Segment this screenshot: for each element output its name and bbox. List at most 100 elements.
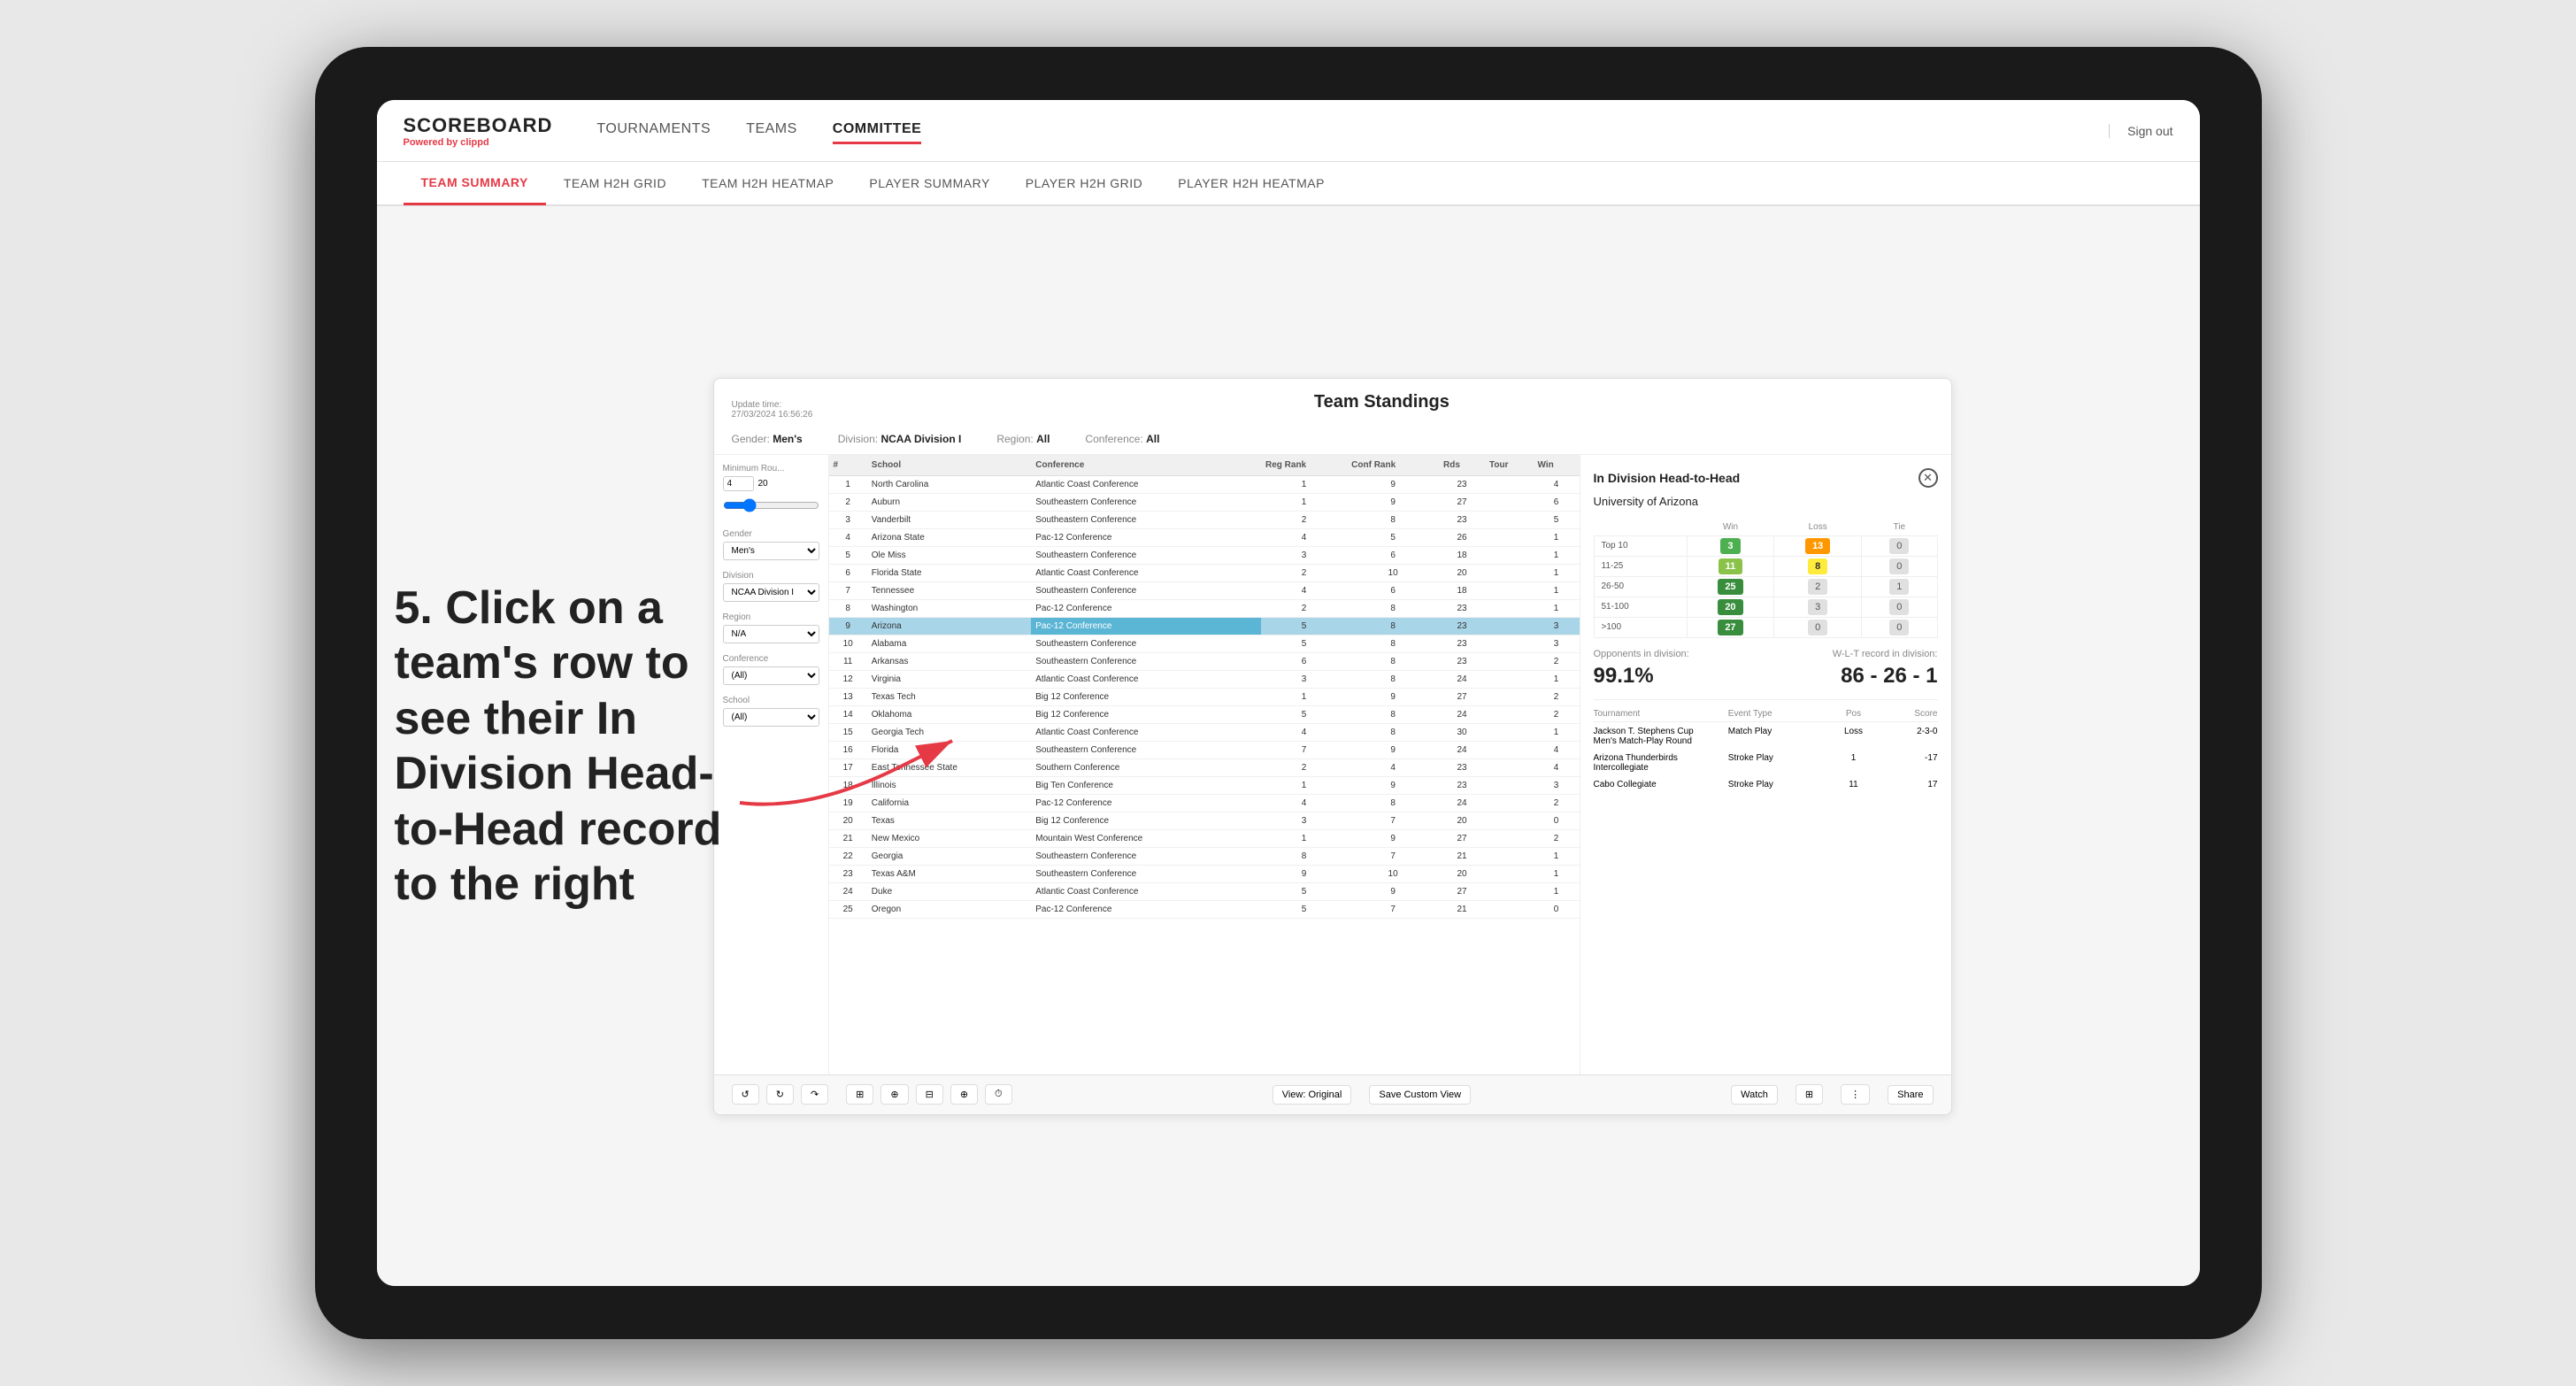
tool-btn-3[interactable]: ⊟	[916, 1084, 943, 1105]
cell-reg-rank: 2	[1261, 511, 1347, 528]
tab-player-h2h-grid[interactable]: PLAYER H2H GRID	[1008, 163, 1161, 204]
table-row[interactable]: 12 Virginia Atlantic Coast Conference 3 …	[829, 670, 1580, 688]
cell-reg-rank: 5	[1261, 635, 1347, 652]
share-button[interactable]: Share	[1888, 1085, 1933, 1105]
cell-conference: Atlantic Coast Conference	[1031, 882, 1261, 900]
cell-reg-rank: 1	[1261, 475, 1347, 493]
tool-btn-clock[interactable]: ⏱	[985, 1084, 1012, 1105]
cell-tour	[1485, 493, 1534, 511]
table-row[interactable]: 21 New Mexico Mountain West Conference 1…	[829, 829, 1580, 847]
cell-conference: Southeastern Conference	[1031, 865, 1261, 882]
panel-header: Update time: 27/03/2024 16:56:26 Team St…	[714, 379, 1951, 428]
view-original-button[interactable]: View: Original	[1273, 1085, 1352, 1105]
table-row[interactable]: 10 Alabama Southeastern Conference 5 8 2…	[829, 635, 1580, 652]
table-row[interactable]: 9 Arizona Pac-12 Conference 5 8 23 3	[829, 617, 1580, 635]
cell-rank: 3	[829, 511, 867, 528]
h2h-col-loss: Loss	[1774, 519, 1862, 536]
region-select[interactable]: N/A	[723, 625, 819, 643]
table-row[interactable]: 11 Arkansas Southeastern Conference 6 8 …	[829, 652, 1580, 670]
sign-out-button[interactable]: Sign out	[2109, 124, 2172, 138]
table-row[interactable]: 2 Auburn Southeastern Conference 1 9 27 …	[829, 493, 1580, 511]
tourn-type: Match Play	[1728, 727, 1823, 736]
cell-win: 4	[1534, 741, 1580, 758]
h2h-close-button[interactable]: ✕	[1919, 468, 1938, 488]
table-row[interactable]: 25 Oregon Pac-12 Conference 5 7 21 0	[829, 900, 1580, 918]
h2h-table-header-row: Win Loss Tie	[1594, 519, 1937, 536]
nav-teams[interactable]: TEAMS	[746, 117, 797, 144]
cell-rds: 23	[1439, 511, 1485, 528]
cell-tour	[1485, 564, 1534, 581]
tournament-row: Arizona Thunderbirds Intercollegiate Str…	[1594, 753, 1938, 773]
nav-committee[interactable]: COMMITTEE	[833, 117, 922, 144]
redo-button[interactable]: ↷	[801, 1084, 828, 1105]
cell-win: 0	[1534, 900, 1580, 918]
cell-tour	[1485, 882, 1534, 900]
tab-team-h2h-grid[interactable]: TEAM H2H GRID	[546, 163, 684, 204]
cell-conference: Southeastern Conference	[1031, 741, 1261, 758]
cell-conference: Big 12 Conference	[1031, 705, 1261, 723]
tab-team-h2h-heatmap[interactable]: TEAM H2H HEATMAP	[684, 163, 851, 204]
layout-button[interactable]: ⊞	[1796, 1084, 1823, 1105]
table-row[interactable]: 13 Texas Tech Big 12 Conference 1 9 27 2	[829, 688, 1580, 705]
h2h-table: Win Loss Tie Top 10 3 13 0 11-25 11 8 0 …	[1594, 519, 1938, 638]
cell-rds: 24	[1439, 670, 1485, 688]
division-label: Division	[723, 571, 819, 581]
tool-btn-4[interactable]: ⊕	[950, 1084, 978, 1105]
min-rou-input[interactable]	[723, 476, 754, 491]
tab-player-h2h-heatmap[interactable]: PLAYER H2H HEATMAP	[1160, 163, 1342, 204]
tab-player-summary[interactable]: PLAYER SUMMARY	[851, 163, 1007, 204]
cell-reg-rank: 5	[1261, 705, 1347, 723]
cell-win: 3	[1534, 635, 1580, 652]
cell-win: 3	[1534, 776, 1580, 794]
cell-reg-rank: 2	[1261, 564, 1347, 581]
cell-win: 1	[1534, 528, 1580, 546]
undo-button[interactable]: ↺	[732, 1084, 759, 1105]
cell-tour	[1485, 617, 1534, 635]
cell-win: 1	[1534, 882, 1580, 900]
undo2-button[interactable]: ↻	[766, 1084, 794, 1105]
cell-reg-rank: 4	[1261, 794, 1347, 812]
update-time-value: 27/03/2024 16:56:26	[732, 410, 813, 420]
min-rou-slider[interactable]	[723, 495, 819, 516]
tool-btn-1[interactable]: ⊞	[846, 1084, 873, 1105]
save-custom-view-button[interactable]: Save Custom View	[1369, 1085, 1471, 1105]
cell-win: 1	[1534, 670, 1580, 688]
h2h-table-row: >100 27 0 0	[1594, 617, 1937, 637]
cell-rank: 12	[829, 670, 867, 688]
nav-tournaments[interactable]: TOURNAMENTS	[596, 117, 711, 144]
filter-group-division: Division NCAA Division I	[723, 571, 819, 602]
options-button[interactable]: ⋮	[1841, 1084, 1870, 1105]
cell-tour	[1485, 705, 1534, 723]
h2h-team-name: University of Arizona	[1594, 495, 1938, 508]
cell-rank: 1	[829, 475, 867, 493]
tool-btn-2[interactable]: ⊕	[880, 1084, 908, 1105]
toolbar-tools-group: ⊞ ⊕ ⊟ ⊕ ⏱	[846, 1084, 1011, 1105]
table-row[interactable]: 1 North Carolina Atlantic Coast Conferen…	[829, 475, 1580, 493]
cell-rds: 20	[1439, 812, 1485, 829]
conference-select[interactable]: (All)	[723, 666, 819, 685]
table-row[interactable]: 23 Texas A&M Southeastern Conference 9 1…	[829, 865, 1580, 882]
cell-conference: Atlantic Coast Conference	[1031, 564, 1261, 581]
h2h-win: 11	[1687, 556, 1774, 576]
cell-win: 2	[1534, 652, 1580, 670]
col-school: School	[867, 455, 1031, 476]
region-label: Region	[723, 612, 819, 622]
table-row[interactable]: 8 Washington Pac-12 Conference 2 8 23 1	[829, 599, 1580, 617]
cell-win: 1	[1534, 723, 1580, 741]
table-row[interactable]: 3 Vanderbilt Southeastern Conference 2 8…	[829, 511, 1580, 528]
cell-rds: 23	[1439, 599, 1485, 617]
division-select[interactable]: NCAA Division I	[723, 583, 819, 602]
table-row[interactable]: 22 Georgia Southeastern Conference 8 7 2…	[829, 847, 1580, 865]
watch-button[interactable]: Watch	[1731, 1085, 1778, 1105]
cell-conference: Pac-12 Conference	[1031, 900, 1261, 918]
table-row[interactable]: 24 Duke Atlantic Coast Conference 5 9 27…	[829, 882, 1580, 900]
cell-win: 6	[1534, 493, 1580, 511]
table-row[interactable]: 7 Tennessee Southeastern Conference 4 6 …	[829, 581, 1580, 599]
table-row[interactable]: 6 Florida State Atlantic Coast Conferenc…	[829, 564, 1580, 581]
tab-team-summary[interactable]: TEAM SUMMARY	[404, 162, 546, 205]
cell-conference: Mountain West Conference	[1031, 829, 1261, 847]
cell-reg-rank: 4	[1261, 528, 1347, 546]
table-row[interactable]: 4 Arizona State Pac-12 Conference 4 5 26…	[829, 528, 1580, 546]
table-row[interactable]: 5 Ole Miss Southeastern Conference 3 6 1…	[829, 546, 1580, 564]
gender-select[interactable]: Men's	[723, 542, 819, 560]
